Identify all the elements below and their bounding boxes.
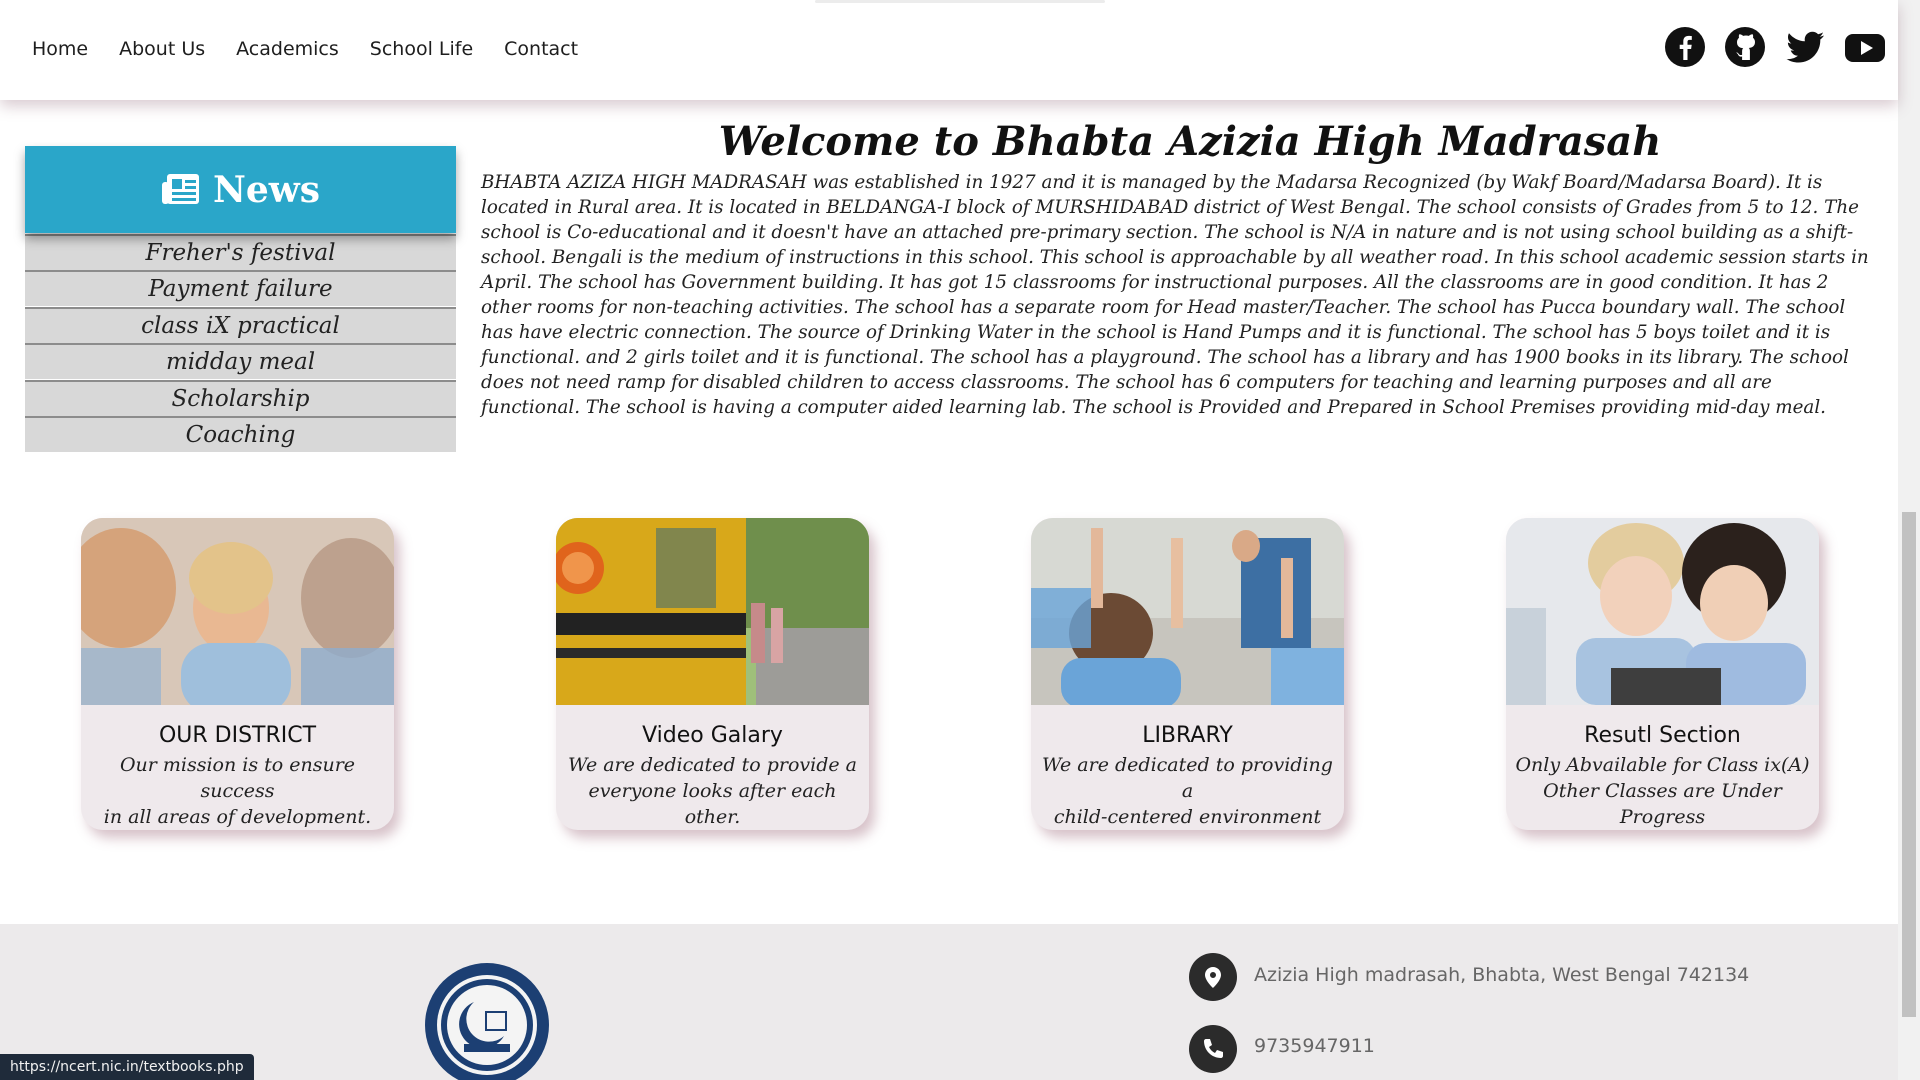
top-divider [815, 0, 1105, 3]
card-title: Video Galary [642, 723, 783, 748]
card-image [81, 518, 394, 705]
news-header: News [25, 146, 456, 233]
main-nav: Home About Us Academics School Life Cont… [32, 38, 609, 60]
news-item[interactable]: Payment failure [25, 270, 456, 306]
footer-phone: 9735947911 [1254, 1035, 1375, 1057]
nav-home[interactable]: Home [32, 38, 88, 60]
news-panel: News Freher's festival Payment failure c… [25, 146, 456, 452]
card-video-galary[interactable]: Video Galary We are dedicated to provide… [556, 518, 869, 830]
card-text-line: in all areas of development. [103, 806, 372, 828]
card-image [556, 518, 869, 705]
news-item[interactable]: Coaching [25, 416, 456, 452]
card-text-line: We are dedicated to providing a [1042, 754, 1333, 802]
facebook-icon[interactable] [1664, 26, 1706, 68]
news-item[interactable]: Freher's festival [25, 233, 456, 270]
card-title: OUR DISTRICT [158, 723, 317, 748]
news-title: News [212, 168, 321, 211]
card-text: Only Abvailable for Class ix(A) Other Cl… [1506, 752, 1819, 830]
card-image [1506, 518, 1819, 705]
card-text-line: Other Classes are Under Progress [1543, 780, 1782, 828]
footer-address: Azizia High madrasah, Bhabta, West Benga… [1254, 964, 1750, 986]
news-item[interactable]: class iX practical [25, 306, 456, 343]
card-text-line: child-centered environment [1053, 806, 1322, 828]
card-our-district[interactable]: OUR DISTRICT Our mission is to ensure su… [81, 518, 394, 830]
welcome-description: BHABTA AZIZA HIGH MADRASAH was establish… [481, 172, 1869, 418]
card-text: We are dedicated to provide a everyone l… [556, 752, 869, 830]
youtube-icon[interactable] [1844, 26, 1886, 68]
news-item[interactable]: midday meal [25, 343, 456, 379]
newspaper-icon [161, 173, 199, 204]
twitter-icon[interactable] [1784, 26, 1826, 68]
card-library[interactable]: LIBRARY We are dedicated to providing a … [1031, 518, 1344, 830]
card-text-line: everyone looks after each other. [588, 780, 837, 828]
card-text-line: We are dedicated to provide a [567, 754, 858, 776]
card-image [1031, 518, 1344, 705]
phone-icon [1189, 1025, 1237, 1073]
card-result-section[interactable]: Resutl Section Only Abvailable for Class… [1506, 518, 1819, 830]
nav-contact[interactable]: Contact [504, 38, 578, 60]
github-icon[interactable] [1724, 26, 1766, 68]
card-text-line: Only Abvailable for Class ix(A) [1515, 754, 1810, 776]
welcome-title: Welcome to Bhabta Azizia High Madrasah [718, 118, 1662, 165]
nav-school-life[interactable]: School Life [370, 38, 473, 60]
school-seal-logo [425, 963, 549, 1080]
card-text: We are dedicated to providing a child-ce… [1031, 752, 1344, 830]
card-text: Our mission is to ensure success in all … [81, 752, 394, 830]
news-item[interactable]: Scholarship [25, 379, 456, 416]
top-navbar: Home About Us Academics School Life Cont… [0, 0, 1898, 100]
card-text-line: Our mission is to ensure success [119, 754, 356, 802]
scrollbar-thumb[interactable] [1902, 512, 1916, 1017]
link-status-tooltip: https://ncert.nic.in/textbooks.php [0, 1054, 254, 1080]
location-icon [1189, 953, 1237, 1001]
card-title: Resutl Section [1584, 723, 1741, 748]
social-links [1664, 26, 1886, 68]
nav-academics[interactable]: Academics [236, 38, 339, 60]
card-title: LIBRARY [1142, 723, 1233, 748]
footer [0, 924, 1898, 1080]
nav-about-us[interactable]: About Us [119, 38, 205, 60]
